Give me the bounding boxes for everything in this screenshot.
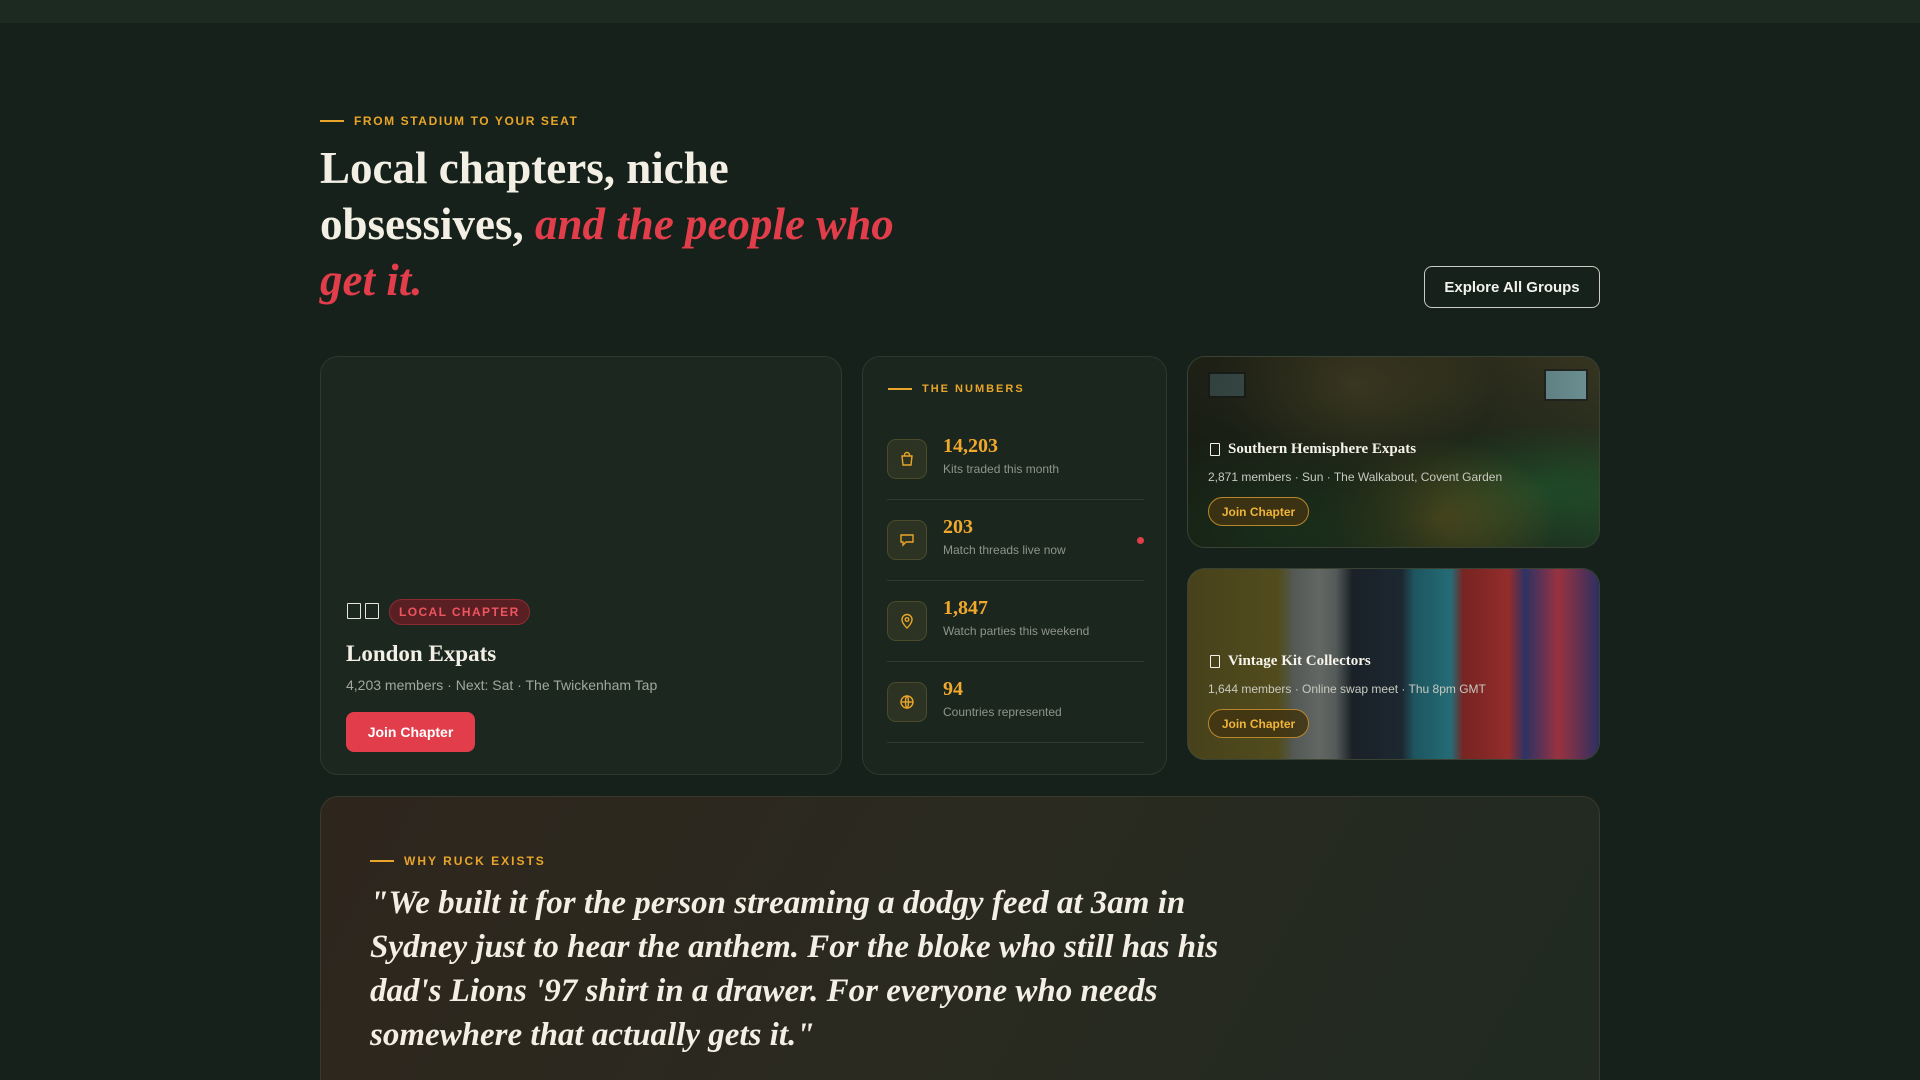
chapter-flag-icons: [347, 603, 379, 619]
stat-label: Countries represented: [943, 705, 1062, 719]
hero-eyebrow-text: FROM STADIUM TO YOUR SEAT: [354, 114, 579, 128]
london-chapter-card[interactable]: LOCAL CHAPTER London Expats 4,203 member…: [320, 356, 842, 775]
shopping-bag-icon: [887, 439, 927, 479]
page-headline: Local chapters, niche obsessives, and th…: [320, 140, 940, 308]
group-title-text: Vintage Kit Collectors: [1228, 653, 1371, 669]
hero-eyebrow: FROM STADIUM TO YOUR SEAT: [320, 114, 578, 128]
why-eyebrow: WHY RUCK EXISTS: [370, 854, 546, 868]
group-title-text: Southern Hemisphere Expats: [1228, 441, 1417, 457]
stat-label: Match threads live now: [943, 543, 1066, 557]
join-chapter-button[interactable]: Join Chapter: [1208, 709, 1309, 738]
stat-value: 203: [943, 516, 973, 538]
flag-icon: [1210, 443, 1220, 456]
flag-icon: [365, 603, 379, 619]
stat-watch-parties: 1,847 Watch parties this weekend: [887, 581, 1144, 662]
stat-label: Watch parties this weekend: [943, 624, 1090, 638]
group-meta: 2,871 members · Sun · The Walkabout, Cov…: [1208, 470, 1503, 484]
vintage-kit-collectors-card[interactable]: Vintage Kit Collectors 1,644 members · O…: [1187, 568, 1600, 760]
eyebrow-dash: [888, 388, 912, 390]
numbers-eyebrow-text: THE NUMBERS: [922, 383, 1025, 395]
numbers-eyebrow: THE NUMBERS: [888, 383, 1025, 395]
local-chapter-badge: LOCAL CHAPTER: [389, 599, 530, 625]
why-ruck-exists-section: WHY RUCK EXISTS "We built it for the per…: [320, 796, 1600, 1080]
explore-all-groups-button[interactable]: Explore All Groups: [1424, 266, 1600, 308]
stat-label: Kits traded this month: [943, 462, 1060, 476]
stat-value: 94: [943, 678, 963, 700]
stat-match-threads: 203 Match threads live now: [887, 500, 1144, 581]
live-indicator-dot: [1137, 537, 1144, 544]
stat-countries: 94 Countries represented: [887, 662, 1144, 743]
chapter-title: London Expats: [346, 641, 497, 666]
group-title: Vintage Kit Collectors: [1210, 653, 1371, 670]
mission-quote: "We built it for the person streaming a …: [370, 885, 1219, 1053]
flag-icon: [347, 603, 361, 619]
top-bar: [0, 0, 1920, 23]
join-chapter-button[interactable]: Join Chapter: [1208, 497, 1309, 526]
group-title: Southern Hemisphere Expats: [1210, 441, 1416, 458]
chapter-meta: 4,203 members · Next: Sat · The Twickenh…: [346, 677, 658, 693]
eyebrow-dash: [370, 860, 394, 862]
why-eyebrow-text: WHY RUCK EXISTS: [404, 854, 546, 868]
map-pin-icon: [887, 601, 927, 641]
southern-hemisphere-expats-card[interactable]: Southern Hemisphere Expats 2,871 members…: [1187, 356, 1600, 548]
eyebrow-dash: [320, 120, 344, 122]
shirt-icon: [1210, 655, 1220, 668]
stat-value: 14,203: [943, 435, 998, 457]
join-chapter-button[interactable]: Join Chapter: [346, 712, 475, 752]
numbers-card: THE NUMBERS 14,203 Kits traded this mont…: [862, 356, 1167, 775]
globe-icon: [887, 682, 927, 722]
group-meta: 1,644 members · Online swap meet · Thu 8…: [1208, 682, 1486, 696]
stat-value: 1,847: [943, 597, 988, 619]
stat-kits-traded: 14,203 Kits traded this month: [887, 419, 1144, 500]
chat-icon: [887, 520, 927, 560]
